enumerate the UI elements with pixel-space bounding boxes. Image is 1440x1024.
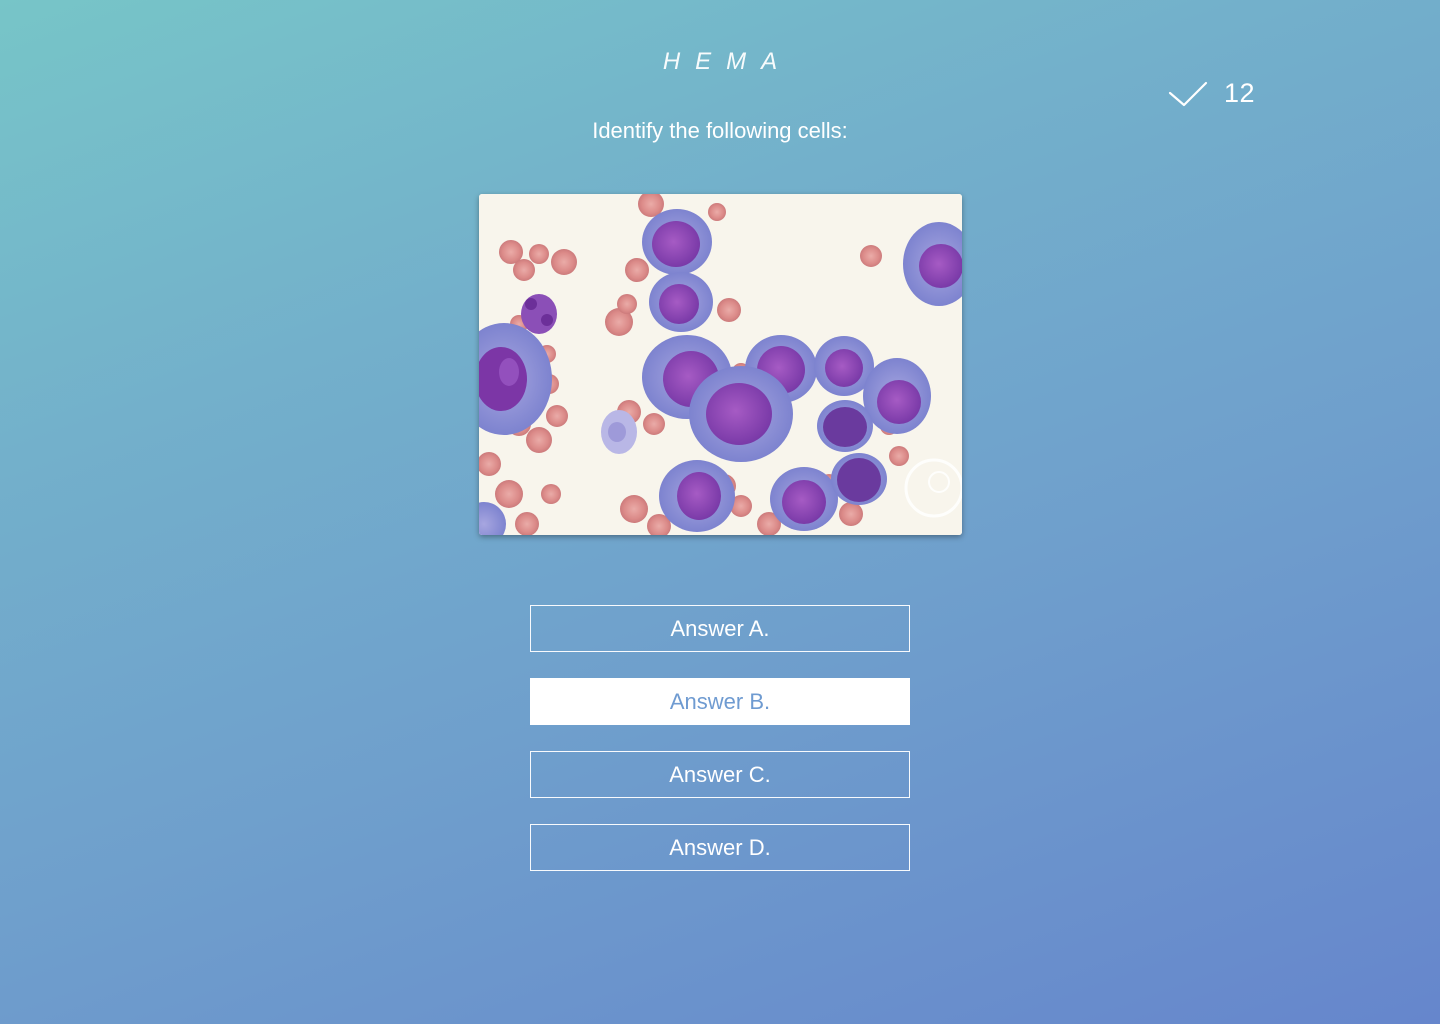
answer-a-button[interactable]: Answer A. bbox=[530, 605, 910, 652]
answer-c-button[interactable]: Answer C. bbox=[530, 751, 910, 798]
score-counter: 12 bbox=[1168, 78, 1255, 109]
app-title: HEMA bbox=[662, 48, 793, 75]
question-prompt: Identify the following cells: bbox=[592, 118, 848, 143]
answer-d-button[interactable]: Answer D. bbox=[530, 824, 910, 871]
checkmark-icon bbox=[1168, 80, 1208, 108]
score-value: 12 bbox=[1224, 78, 1256, 108]
cell-micrograph-image bbox=[479, 194, 962, 535]
answer-b-button[interactable]: Answer B. bbox=[530, 678, 910, 725]
answer-list: Answer A. Answer B. Answer C. Answer D. bbox=[530, 605, 910, 897]
